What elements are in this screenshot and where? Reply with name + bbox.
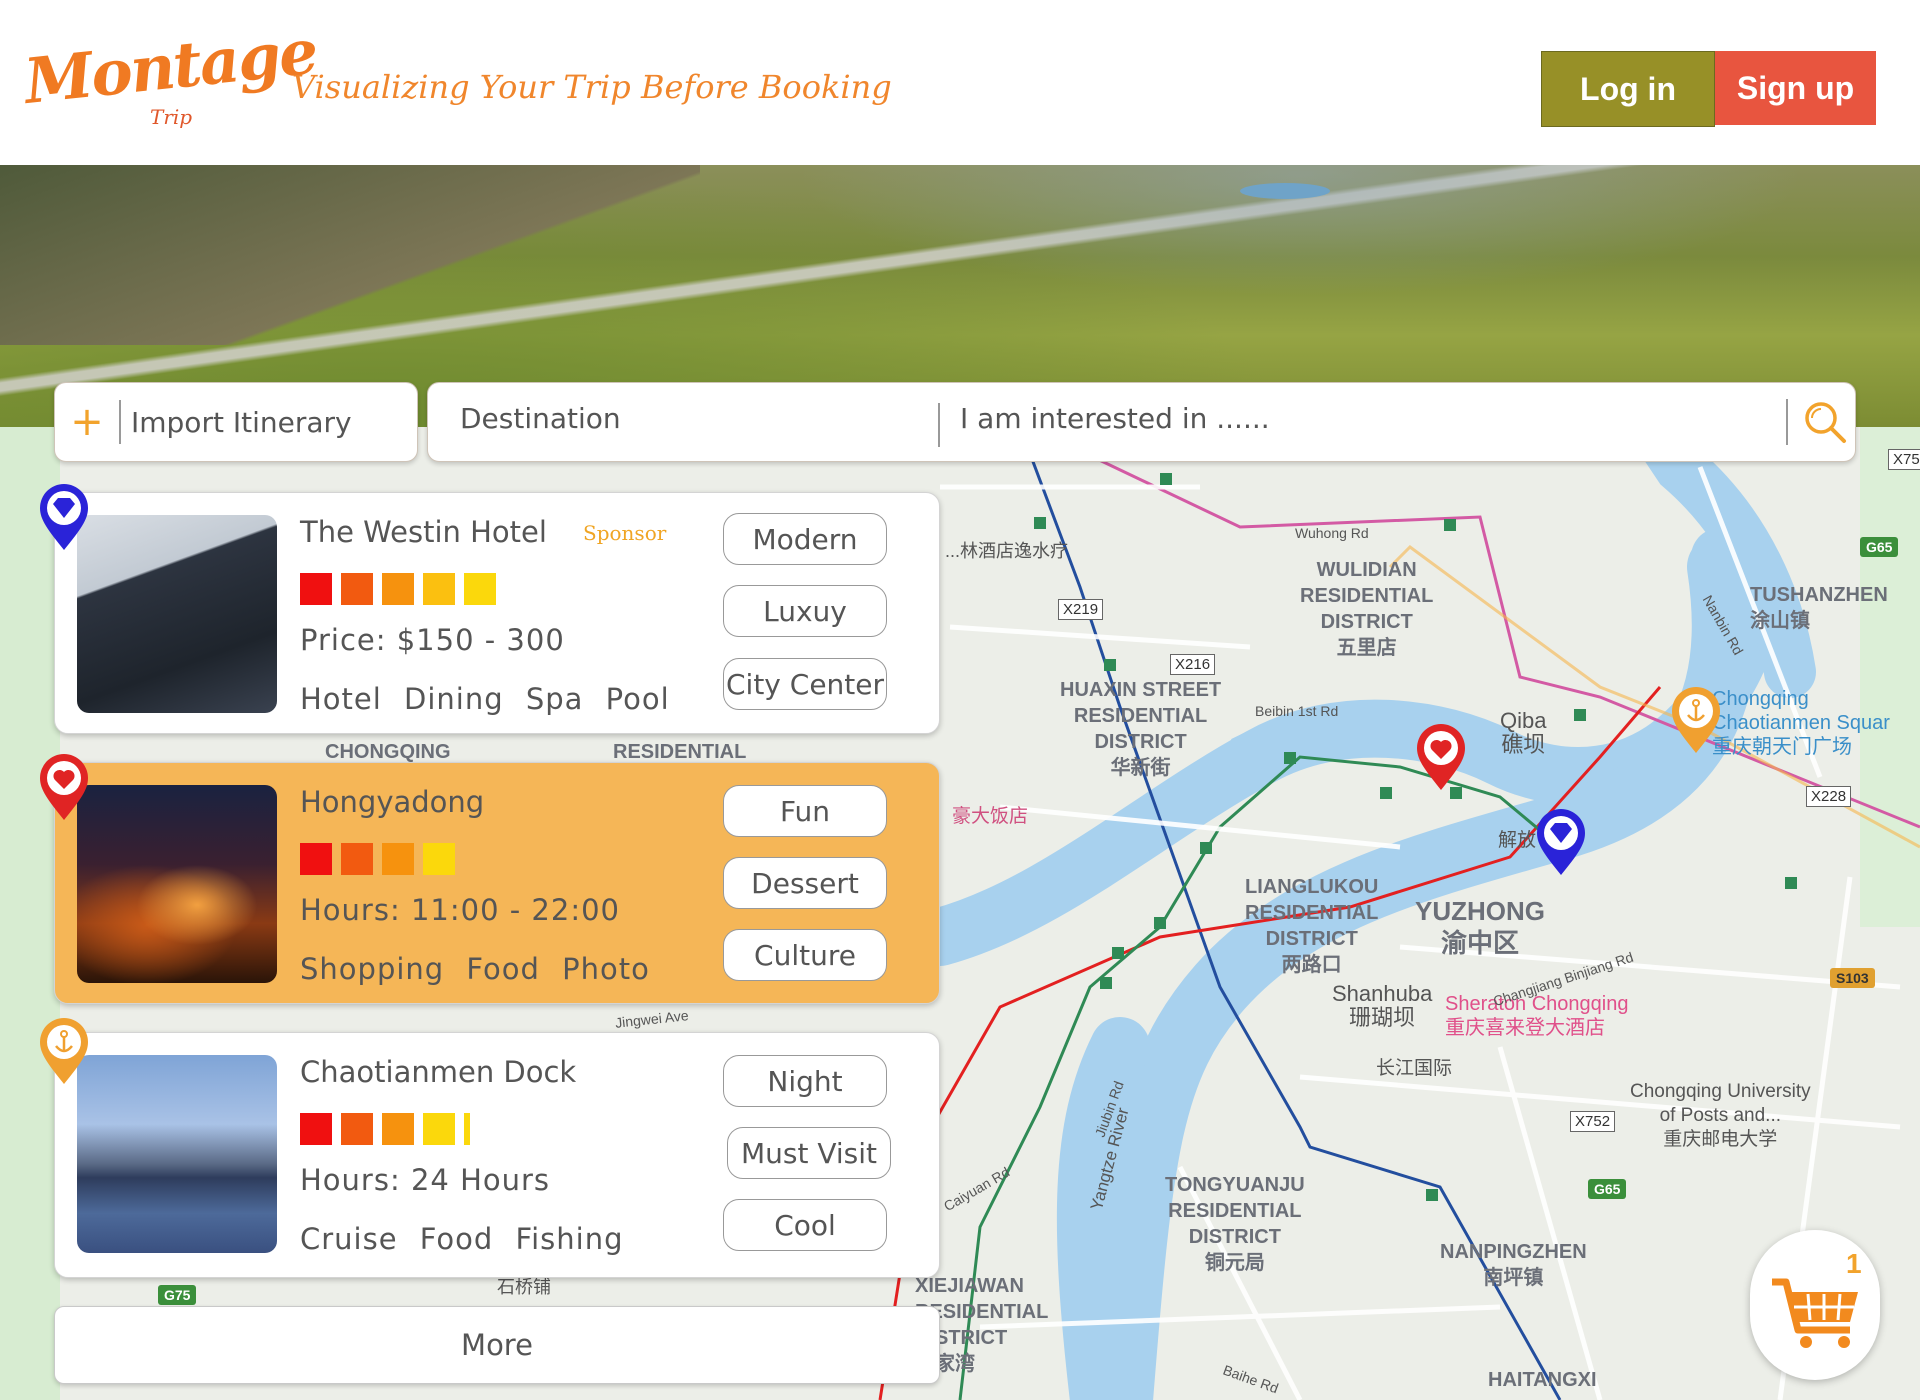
divider [938, 403, 940, 447]
banner-hill [0, 165, 700, 345]
map-label-lianglukou: LIANGLUKOU RESIDENTIAL DISTRICT 两路口 [1245, 876, 1379, 976]
rating-block [341, 843, 373, 875]
interest-input[interactable] [958, 401, 1752, 436]
logo[interactable]: Montage [21, 15, 320, 118]
road-badge-g65-a: G65 [1860, 537, 1899, 557]
result-card-westin[interactable]: The Westin Hotel Sponsor Price: $150 - 3… [54, 492, 940, 734]
rating-block [300, 843, 332, 875]
map-place-hotel: 豪大饭店 [952, 806, 1029, 827]
rating-bar [300, 1113, 470, 1145]
road-badge-x216: X216 [1170, 654, 1216, 675]
tag-button-fun[interactable]: Fun [723, 785, 887, 837]
rating-block [341, 1113, 373, 1145]
map-label-tushanzhen: TUSHANZHEN 涂山镇 [1750, 584, 1888, 632]
import-itinerary-button[interactable]: + Import Itinerary [54, 382, 418, 462]
sponsor-badge: Sponsor [583, 521, 667, 545]
tag-button-night[interactable]: Night [723, 1055, 887, 1107]
rating-block [423, 843, 455, 875]
map-label-haitangxi: HAITANGXI [1488, 1369, 1597, 1391]
diamond-pin-icon [40, 484, 88, 550]
road-shiqiao: 石桥铺 [497, 1277, 551, 1297]
road-badge-x219: X219 [1058, 599, 1104, 620]
cart-count-badge: 1 [1846, 1248, 1862, 1279]
map-label-yuzhong: YUZHONG 渝中区 [1415, 896, 1545, 958]
map-label-tongyuanju: TONGYUANJU RESIDENTIAL DISTRICT 铜元局 [1165, 1174, 1305, 1274]
result-card-hongyadong[interactable]: Hongyadong Hours: 11:00 - 22:00 Shopping… [54, 762, 940, 1004]
anchor-pin-icon [40, 1018, 88, 1084]
heart-pin-icon [40, 754, 88, 820]
rating-block [382, 1113, 414, 1145]
plus-icon: + [70, 399, 104, 445]
rating-bar [300, 843, 455, 875]
road-beibin: Beibin 1st Rd [1255, 703, 1339, 719]
map-place-qiba: Qiba 礁坝 [1500, 708, 1547, 757]
map-label-wulidian: WULIDIAN RESIDENTIAL DISTRICT 五里店 [1300, 559, 1434, 659]
more-button[interactable]: More [54, 1306, 940, 1384]
rating-block [423, 573, 455, 605]
road-badge-x75: X75 [1888, 449, 1920, 470]
card-price: Price: $150 - 300 [300, 623, 565, 657]
map-heart-marker-icon[interactable] [1413, 722, 1469, 792]
road-badge-s103: S103 [1830, 968, 1875, 988]
road-badge-x228: X228 [1806, 786, 1852, 807]
rating-block [300, 573, 332, 605]
result-card-chaotianmen[interactable]: Chaotianmen Dock Hours: 24 Hours Cruise … [54, 1032, 940, 1278]
divider [1786, 399, 1788, 445]
map-place-jiefang: 解放 [1498, 830, 1537, 851]
map-place-spa: ...林酒店逸水疗 [945, 541, 1069, 561]
road-badge-x752: X752 [1570, 1111, 1616, 1132]
tag-button-luxury[interactable]: Luxuy [723, 585, 887, 637]
login-button[interactable]: Log in [1541, 51, 1715, 127]
card-title[interactable]: Hongyadong [300, 785, 484, 819]
map-place-changjiang: 长江国际 [1376, 1058, 1453, 1079]
tag-button-modern[interactable]: Modern [723, 513, 887, 565]
hongyadong-photo [77, 785, 277, 983]
rating-block [464, 573, 496, 605]
map-place-chaotianmen-square[interactable]: Chongqing Chaotianmen Squar 重庆朝天门广场 [1712, 687, 1890, 759]
rating-block [423, 1113, 455, 1145]
card-title[interactable]: The Westin Hotel [300, 515, 547, 549]
card-activities: Cruise Food Fishing [300, 1222, 624, 1256]
tag-button-city-center[interactable]: City Center [723, 658, 887, 710]
tag-button-must-visit[interactable]: Must Visit [727, 1127, 891, 1179]
signup-button[interactable]: Sign up [1715, 51, 1876, 125]
westin-hotel-photo [77, 515, 277, 713]
road-badge-g65-b: G65 [1588, 1179, 1627, 1199]
tag-button-culture[interactable]: Culture [723, 929, 887, 981]
card-title[interactable]: Chaotianmen Dock [300, 1055, 576, 1089]
map-place-university[interactable]: Chongqing University of Posts and... 重庆邮… [1630, 1080, 1811, 1152]
rating-block [382, 843, 414, 875]
logo-subtitle: Trip [150, 105, 193, 129]
tag-button-cool[interactable]: Cool [723, 1199, 887, 1251]
chaotianmen-dock-photo [77, 1055, 277, 1253]
card-hours: Hours: 11:00 - 22:00 [300, 893, 620, 927]
rating-block [300, 1113, 332, 1145]
card-hours: Hours: 24 Hours [300, 1163, 551, 1197]
banner-lake [1240, 183, 1330, 199]
rating-bar [300, 573, 496, 605]
search-icon[interactable] [1800, 397, 1850, 447]
tagline: Visualizing Your Trip Before Booking [292, 68, 892, 106]
tag-button-dessert[interactable]: Dessert [723, 857, 887, 909]
card-categories: Shopping Food Photo [300, 952, 650, 986]
card-amenities: Hotel Dining Spa Pool [300, 682, 670, 716]
road-wuhong: Wuhong Rd [1295, 525, 1369, 541]
destination-input[interactable] [458, 401, 862, 436]
header: Montage Trip Visualizing Your Trip Befor… [0, 0, 1920, 165]
rating-block [382, 573, 414, 605]
map-diamond-marker-icon[interactable] [1533, 807, 1589, 877]
map-anchor-marker-icon[interactable] [1668, 685, 1724, 755]
map-label-nanpingzhen: NANPINGZHEN 南坪镇 [1440, 1241, 1587, 1289]
import-itinerary-label: Import Itinerary [131, 405, 352, 439]
rating-block [341, 573, 373, 605]
rating-block-partial [464, 1113, 470, 1145]
search-bar [427, 382, 1856, 462]
map-place-shanhuba: Shanhuba 珊瑚坝 [1332, 981, 1433, 1030]
road-badge-g75: G75 [158, 1285, 197, 1305]
map-label-huaxin: HUAXIN STREET RESIDENTIAL DISTRICT 华新街 [1060, 679, 1222, 779]
